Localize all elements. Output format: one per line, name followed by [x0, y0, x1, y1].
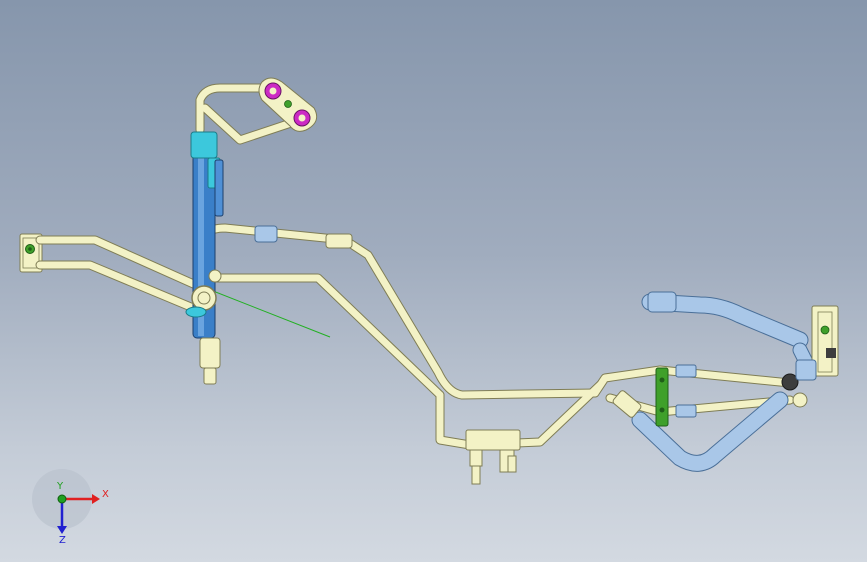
right-hose-inlet [647, 291, 677, 313]
z-axis-label: Z [59, 535, 66, 546]
x-axis-label: X [102, 489, 109, 500]
top-flange-plate[interactable] [258, 77, 318, 132]
cyan-sleeve-top [190, 131, 218, 159]
central-connector-block[interactable] [465, 429, 521, 485]
column-bottom-fitting [199, 337, 221, 369]
y-axis-dot [57, 494, 67, 504]
tube-assembly-fills [36, 84, 794, 449]
arch-sleeve-right [325, 233, 353, 249]
flange-bolt-icon [284, 100, 292, 108]
arch-sleeve-left [254, 225, 278, 243]
y-axis-label: Y [56, 481, 64, 492]
right-bracket-bolt-icon [820, 325, 830, 335]
cad-viewport[interactable]: X Y Z [0, 0, 867, 562]
coordinate-triad: X Y Z [32, 469, 109, 546]
vertical-hose-column[interactable] [190, 131, 224, 385]
green-clamp[interactable] [655, 367, 669, 427]
